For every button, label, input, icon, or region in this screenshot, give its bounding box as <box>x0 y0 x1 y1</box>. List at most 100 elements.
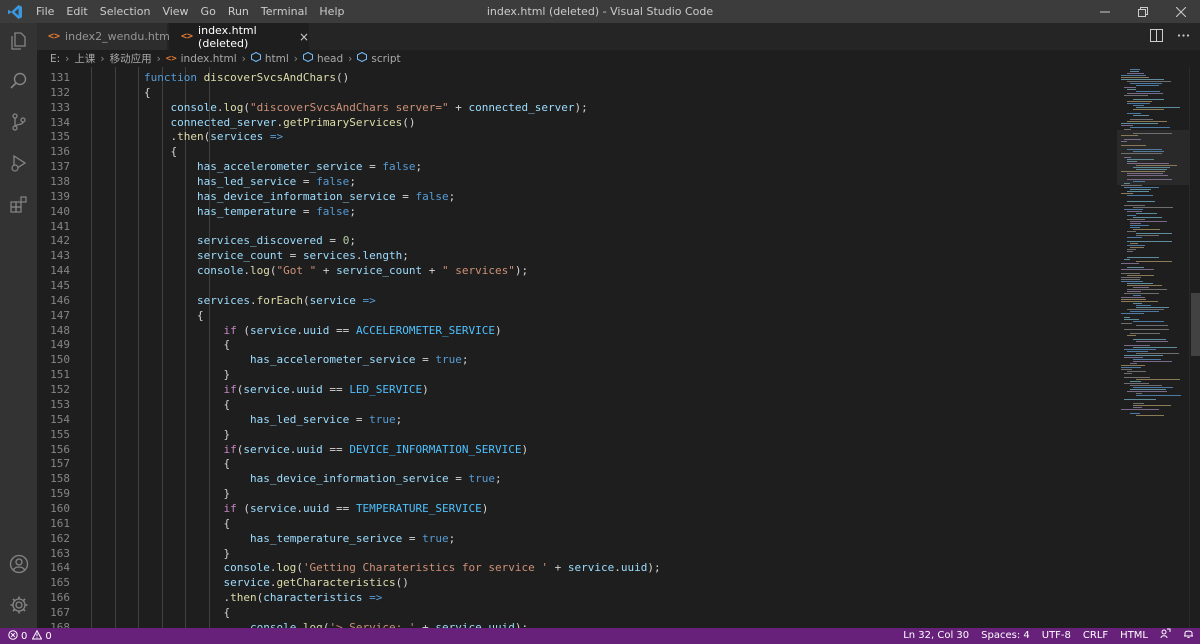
code-token: has_device_information_service <box>249 472 449 486</box>
close-window-icon[interactable] <box>1162 0 1200 23</box>
encoding[interactable]: UTF-8 <box>1036 628 1077 644</box>
menu-terminal[interactable]: Terminal <box>255 0 314 23</box>
scrollbar-thumb[interactable] <box>1191 293 1200 356</box>
menu-run[interactable]: Run <box>222 0 255 23</box>
code-token: true <box>435 353 462 367</box>
menu-help[interactable]: Help <box>313 0 350 23</box>
minimap-line <box>1127 241 1172 242</box>
code-line: 140 has_temperature = false; <box>37 204 1117 219</box>
code-editor[interactable]: 131 function discoverSvcsAndChars() 132 {… <box>37 67 1117 628</box>
line-number: 135 <box>50 130 70 144</box>
menu-selection[interactable]: Selection <box>94 0 157 23</box>
feedback-icon[interactable] <box>1154 628 1177 644</box>
minimap-line <box>1127 219 1145 220</box>
minimap-line <box>1130 127 1170 128</box>
code-token: LED_SERVICE <box>349 383 423 397</box>
menu-file[interactable]: File <box>30 0 60 23</box>
code-token: ; <box>349 234 356 248</box>
indentation[interactable]: Spaces: 4 <box>975 628 1036 644</box>
breadcrumb: E: › 上课 › 移动应用 › <> index.html › html › … <box>37 50 1200 67</box>
minimap-line <box>1124 317 1130 318</box>
minimap-line <box>1130 221 1167 222</box>
line-number: 138 <box>50 175 70 189</box>
line-number: 155 <box>50 427 70 441</box>
code-token: log <box>249 264 270 278</box>
code-token: ( <box>236 323 250 337</box>
code-text: has_device_information_service = false; <box>91 189 455 204</box>
code-text: service.getCharacteristics() <box>91 575 408 590</box>
problems-indicator[interactable]: 0 0 <box>0 629 52 643</box>
tab-index-deleted[interactable]: <> index.html (deleted) × <box>169 23 309 50</box>
status-bar: 0 0 Ln 32, Col 30 Spaces: 4 UTF-8 CRLF H… <box>0 628 1200 644</box>
code-text: has_device_information_service = true; <box>91 471 502 486</box>
line-number: 168 <box>50 620 70 628</box>
minimap-line <box>1130 69 1140 70</box>
code-token: { <box>91 145 178 159</box>
code-token: . <box>614 561 621 575</box>
breadcrumb-drive[interactable]: E: <box>50 53 60 65</box>
code-token: } <box>91 368 231 382</box>
code-token: = <box>349 412 370 426</box>
breadcrumb-file[interactable]: index.html <box>181 53 237 65</box>
minimap[interactable] <box>1117 67 1189 628</box>
settings-gear-icon[interactable] <box>0 587 37 623</box>
cursor-position[interactable]: Ln 32, Col 30 <box>897 628 975 644</box>
minimap-line <box>1130 83 1162 84</box>
language-mode[interactable]: HTML <box>1114 628 1154 644</box>
split-editor-icon[interactable] <box>1150 27 1163 46</box>
restore-icon[interactable] <box>1124 0 1162 23</box>
code-token: == <box>322 383 350 397</box>
close-icon[interactable]: × <box>299 30 309 44</box>
code-text: if(service.uuid == LED_SERVICE) <box>91 382 428 397</box>
end-of-line[interactable]: CRLF <box>1077 628 1114 644</box>
more-actions-icon[interactable] <box>1177 27 1190 46</box>
minimap-slider[interactable] <box>1117 130 1189 185</box>
vertical-scrollbar[interactable] <box>1189 67 1200 628</box>
source-control-icon[interactable] <box>0 104 37 140</box>
code-token: . <box>296 323 303 337</box>
code-token: forEach <box>256 293 303 307</box>
breadcrumb-head[interactable]: head <box>317 53 343 65</box>
tab-index2-wendu[interactable]: <> index2_wendu.html <box>37 23 173 50</box>
line-number: 137 <box>50 160 70 174</box>
minimap-line <box>1127 245 1145 246</box>
menu-go[interactable]: Go <box>195 0 222 23</box>
menu-edit[interactable]: Edit <box>60 0 93 23</box>
code-line: 165 service.getCharacteristics() <box>37 575 1117 590</box>
code-token: . <box>296 501 303 515</box>
code-line: 157 { <box>37 456 1117 471</box>
vscode-logo-icon[interactable] <box>0 0 30 23</box>
account-icon[interactable] <box>0 546 37 582</box>
breadcrumb-script[interactable]: script <box>371 53 400 65</box>
code-token: + <box>448 100 469 114</box>
menu-bar: File Edit Selection View Go Run Terminal Help <box>30 0 350 23</box>
code-token: } <box>91 546 231 560</box>
code-line: 154 has_led_service = true; <box>37 412 1117 427</box>
search-icon[interactable] <box>0 63 37 99</box>
menu-view[interactable]: View <box>156 0 194 23</box>
minimize-icon[interactable] <box>1086 0 1124 23</box>
minimap-line <box>1133 387 1173 388</box>
run-debug-icon[interactable] <box>0 145 37 181</box>
extensions-icon[interactable] <box>0 186 37 222</box>
minimap-line <box>1130 227 1140 228</box>
code-token: TEMPERATURE_SERVICE <box>355 501 482 515</box>
notifications-bell-icon[interactable] <box>1177 628 1200 644</box>
breadcrumb-html[interactable]: html <box>265 53 289 65</box>
explorer-icon[interactable] <box>0 23 37 59</box>
minimap-line <box>1136 235 1159 236</box>
code-text: } <box>91 546 230 561</box>
minimap-line <box>1133 321 1164 322</box>
code-token: } <box>91 427 231 441</box>
code-token: uuid <box>296 442 323 456</box>
breadcrumb-folder-shangke[interactable]: 上课 <box>74 51 95 66</box>
code-token: then <box>230 591 257 605</box>
minimap-line <box>1124 349 1156 350</box>
code-token: service <box>435 620 482 628</box>
code-token: service_count <box>196 249 284 263</box>
minimap-line <box>1121 297 1145 298</box>
breadcrumb-folder-yidong[interactable]: 移动应用 <box>110 51 152 66</box>
